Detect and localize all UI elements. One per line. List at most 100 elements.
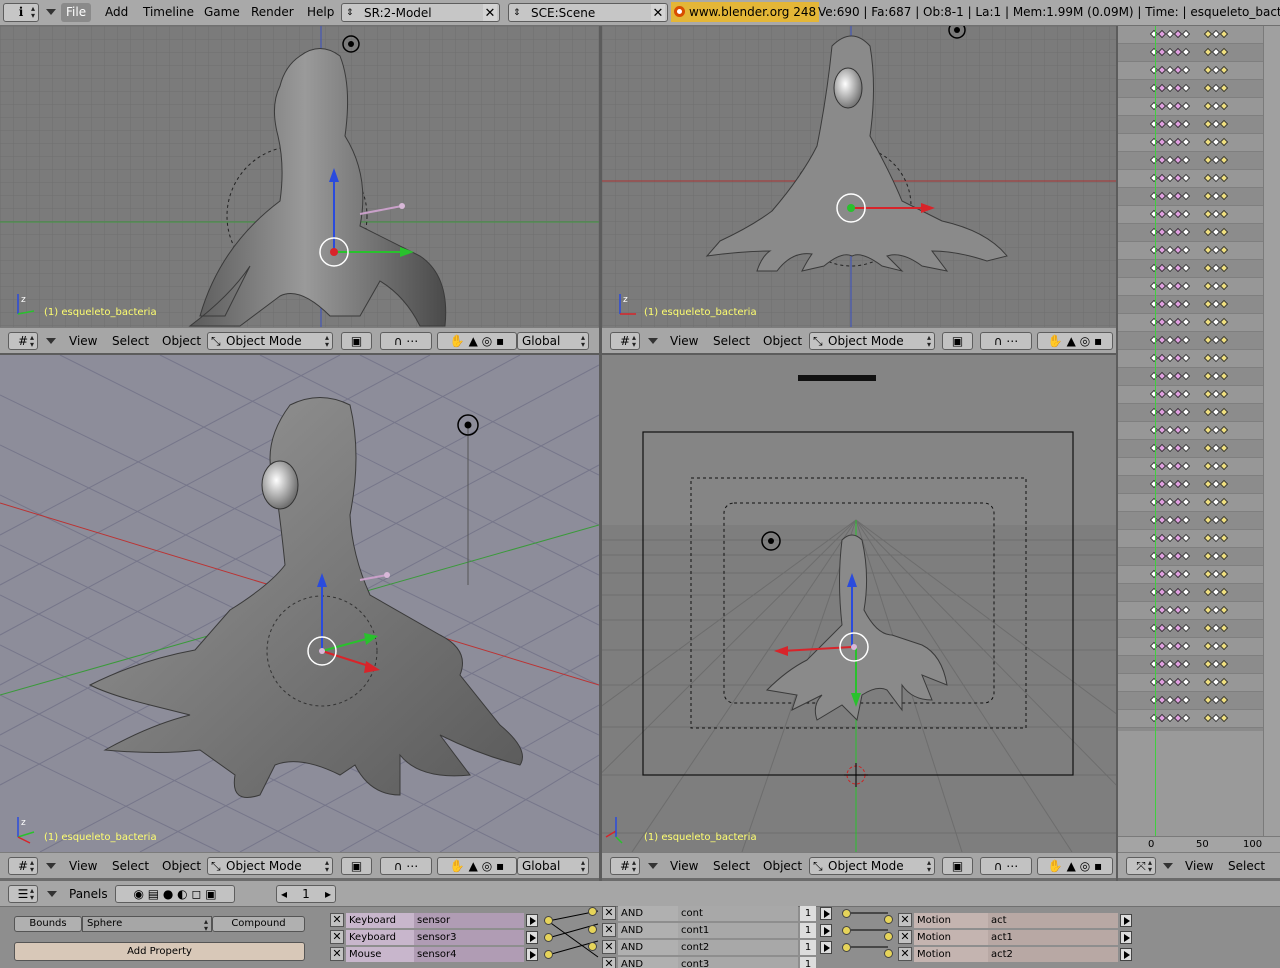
keyframe-icon[interactable]	[1181, 83, 1191, 93]
keyframe-icon[interactable]	[1219, 155, 1229, 165]
menu-object[interactable]: Object	[763, 332, 802, 350]
channel-row[interactable]	[1118, 386, 1263, 404]
delete-actuator-icon[interactable]: ✕	[898, 913, 912, 927]
context-buttons[interactable]: ◉ ▤ ● ◐ ◻ ▣	[115, 885, 235, 903]
controller-state[interactable]: 1	[800, 906, 816, 921]
keyframe-icon[interactable]	[1219, 353, 1229, 363]
viewport-perspective-canvas[interactable]: z	[0, 355, 599, 852]
manipulator-buttons[interactable]: ✋ ▲ ◎ ▪	[1037, 857, 1113, 875]
keyframe-icon[interactable]	[1219, 389, 1229, 399]
actuator-name[interactable]: act2	[988, 947, 1118, 962]
viewport-front-canvas[interactable]: z	[602, 26, 1116, 327]
mode-selector[interactable]: ⤡ Object Mode ▴ ▾	[207, 857, 333, 875]
channel-row[interactable]	[1118, 548, 1263, 566]
keyframe-icon[interactable]	[1219, 209, 1229, 219]
keyframe-icon[interactable]	[1181, 209, 1191, 219]
keyframe-icon[interactable]	[1181, 191, 1191, 201]
channel-row[interactable]	[1118, 134, 1263, 152]
delete-sensor-icon[interactable]: ✕	[330, 930, 344, 944]
delete-scene-icon[interactable]: ✕	[651, 4, 665, 21]
expand-icon[interactable]	[1120, 931, 1132, 944]
delete-actuator-icon[interactable]: ✕	[898, 930, 912, 944]
keyframe-icon[interactable]	[1219, 515, 1229, 525]
keyframe-icon[interactable]	[1219, 443, 1229, 453]
channel-row[interactable]	[1118, 638, 1263, 656]
channel-row[interactable]	[1118, 62, 1263, 80]
menu-view[interactable]: View	[69, 332, 97, 350]
link-connector-icon[interactable]	[842, 909, 851, 918]
sensor-row[interactable]: ✕ Mouse sensor4	[330, 947, 540, 962]
keyframe-icon[interactable]	[1181, 227, 1191, 237]
expand-icon[interactable]	[1120, 914, 1132, 927]
keyframe-icon[interactable]	[1181, 389, 1191, 399]
keyframe-icon[interactable]	[1219, 317, 1229, 327]
controller-row[interactable]: ✕ AND cont3 1	[602, 957, 834, 968]
menu-object[interactable]: Object	[162, 857, 201, 875]
link-connector-icon[interactable]	[544, 916, 553, 925]
manipulator-buttons[interactable]: ✋ ▲ ◎ ▪	[1037, 332, 1113, 350]
keyframe-icon[interactable]	[1181, 641, 1191, 651]
channel-row[interactable]	[1118, 422, 1263, 440]
channel-row[interactable]	[1118, 710, 1263, 728]
keyframe-icon[interactable]	[1219, 407, 1229, 417]
keyframe-icon[interactable]	[1181, 263, 1191, 273]
sensor-name[interactable]: sensor	[414, 913, 524, 928]
channel-row[interactable]	[1118, 350, 1263, 368]
keyframe-icon[interactable]	[1219, 623, 1229, 633]
channel-row[interactable]	[1118, 404, 1263, 422]
keyframe-icon[interactable]	[1219, 335, 1229, 345]
keyframe-icon[interactable]	[1181, 497, 1191, 507]
keyframe-icon[interactable]	[1219, 461, 1229, 471]
keyframe-icon[interactable]	[1181, 119, 1191, 129]
keyframe-icon[interactable]	[1219, 695, 1229, 705]
expand-icon[interactable]	[820, 924, 832, 937]
keyframe-icon[interactable]	[1219, 587, 1229, 597]
keyframe-icon[interactable]	[1219, 569, 1229, 579]
expand-icon[interactable]	[526, 948, 538, 961]
link-connector-icon[interactable]	[544, 933, 553, 942]
menu-select[interactable]: Select	[1228, 857, 1265, 875]
expand-icon[interactable]	[1120, 948, 1132, 961]
controller-row[interactable]: ✕ AND cont1 1	[602, 923, 834, 938]
actuator-type[interactable]: Motion	[914, 947, 988, 962]
channel-row[interactable]	[1118, 512, 1263, 530]
orientation-selector[interactable]: Global ▴ ▾	[517, 332, 589, 350]
channel-row[interactable]	[1118, 224, 1263, 242]
sensor-type[interactable]: Keyboard	[346, 930, 414, 945]
channel-row[interactable]	[1118, 242, 1263, 260]
keyframe-icon[interactable]	[1181, 677, 1191, 687]
keyframe-icon[interactable]	[1181, 137, 1191, 147]
channel-row[interactable]	[1118, 692, 1263, 710]
link-connector-icon[interactable]	[842, 943, 851, 952]
collapse-menu-icon[interactable]	[648, 338, 658, 344]
bounds-toggle[interactable]: Bounds	[14, 916, 82, 932]
delete-controller-icon[interactable]: ✕	[602, 957, 616, 968]
keyframe-icon[interactable]	[1181, 335, 1191, 345]
mode-selector[interactable]: ⤡ Object Mode ▴ ▾	[809, 332, 935, 350]
channel-row[interactable]	[1118, 152, 1263, 170]
collapse-menu-icon[interactable]	[46, 9, 56, 15]
controller-type[interactable]: AND	[618, 957, 678, 968]
keyframe-icon[interactable]	[1219, 713, 1229, 723]
channel-row[interactable]	[1118, 116, 1263, 134]
channel-row[interactable]	[1118, 296, 1263, 314]
keyframe-icon[interactable]	[1181, 281, 1191, 291]
keyframe-icon[interactable]	[1219, 101, 1229, 111]
blender-url[interactable]: www.blender.org 248	[671, 2, 820, 22]
menu-view[interactable]: View	[69, 857, 97, 875]
keyframe-icon[interactable]	[1181, 245, 1191, 255]
menu-view[interactable]: View	[670, 857, 698, 875]
channel-row[interactable]	[1118, 530, 1263, 548]
area-divider[interactable]	[0, 353, 1116, 355]
keyframe-icon[interactable]	[1219, 659, 1229, 669]
menu-render[interactable]: Render	[246, 3, 299, 22]
channel-row[interactable]	[1118, 458, 1263, 476]
delete-controller-icon[interactable]: ✕	[602, 923, 616, 937]
sensor-type[interactable]: Keyboard	[346, 913, 414, 928]
actuator-row[interactable]: ✕ Motion act2	[898, 947, 1134, 962]
channel-row[interactable]	[1118, 494, 1263, 512]
keyframe-icon[interactable]	[1181, 299, 1191, 309]
keyframe-icon[interactable]	[1181, 551, 1191, 561]
menu-timeline[interactable]: Timeline	[138, 3, 199, 22]
keyframe-icon[interactable]	[1181, 353, 1191, 363]
